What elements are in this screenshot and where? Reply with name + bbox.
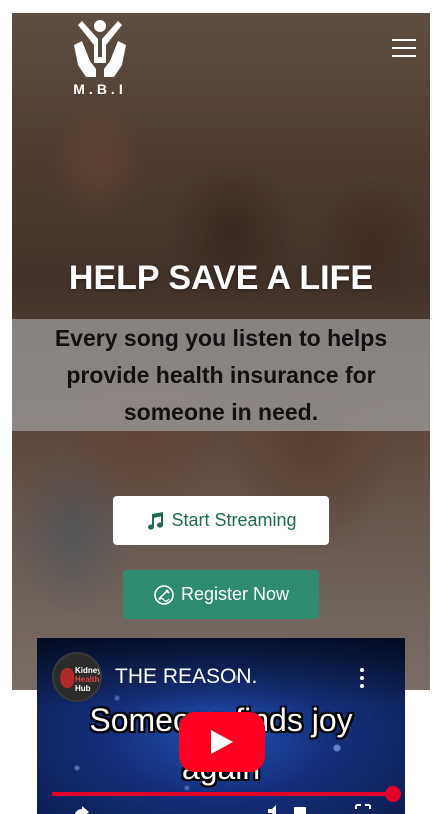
channel-avatar[interactable]: Kidney Health Hub — [52, 652, 102, 702]
mbi-logo[interactable]: M.B.I — [64, 17, 136, 97]
play-icon — [211, 730, 233, 754]
start-streaming-button[interactable]: Start Streaming — [113, 496, 329, 545]
person-hands-icon — [74, 20, 126, 77]
hero-subtitle-band: Every song you listen to helps provide h… — [12, 319, 430, 431]
channel-name-line1: Kidney — [75, 666, 102, 675]
channel-name-line2: Health — [75, 675, 100, 684]
youtube-video-embed[interactable]: Kidney Health Hub THE REASON. Someone fi… — [37, 638, 405, 814]
hero-subtitle: Every song you listen to helps provide h… — [54, 324, 388, 425]
youtube-play-button[interactable] — [179, 712, 265, 772]
hamburger-menu-icon[interactable] — [392, 39, 416, 59]
progress-scrubber[interactable] — [385, 786, 401, 802]
register-now-label: Register Now — [180, 584, 290, 604]
channel-name-line3: Hub — [75, 684, 91, 693]
signature-icon — [154, 584, 174, 605]
hero-headline: HELP SAVE A LIFE — [68, 259, 374, 297]
fullscreen-icon[interactable] — [355, 804, 371, 814]
volume-icon[interactable] — [267, 804, 281, 814]
logo-text: M.B.I — [73, 81, 127, 97]
channel-name: Kidney Health Hub — [75, 666, 102, 693]
share-icon[interactable] — [73, 804, 91, 814]
music-note-icon — [148, 511, 164, 530]
hero-section: M.B.I HELP SAVE A LIFE Every song you li… — [12, 13, 430, 690]
settings-icon[interactable] — [293, 804, 307, 814]
register-now-button[interactable]: Register Now — [123, 570, 319, 619]
video-progress-bar[interactable] — [52, 786, 401, 802]
more-vertical-icon[interactable] — [359, 668, 365, 690]
video-title[interactable]: THE REASON. — [115, 665, 257, 689]
kidney-icon — [60, 668, 74, 688]
start-streaming-label: Start Streaming — [171, 510, 297, 530]
